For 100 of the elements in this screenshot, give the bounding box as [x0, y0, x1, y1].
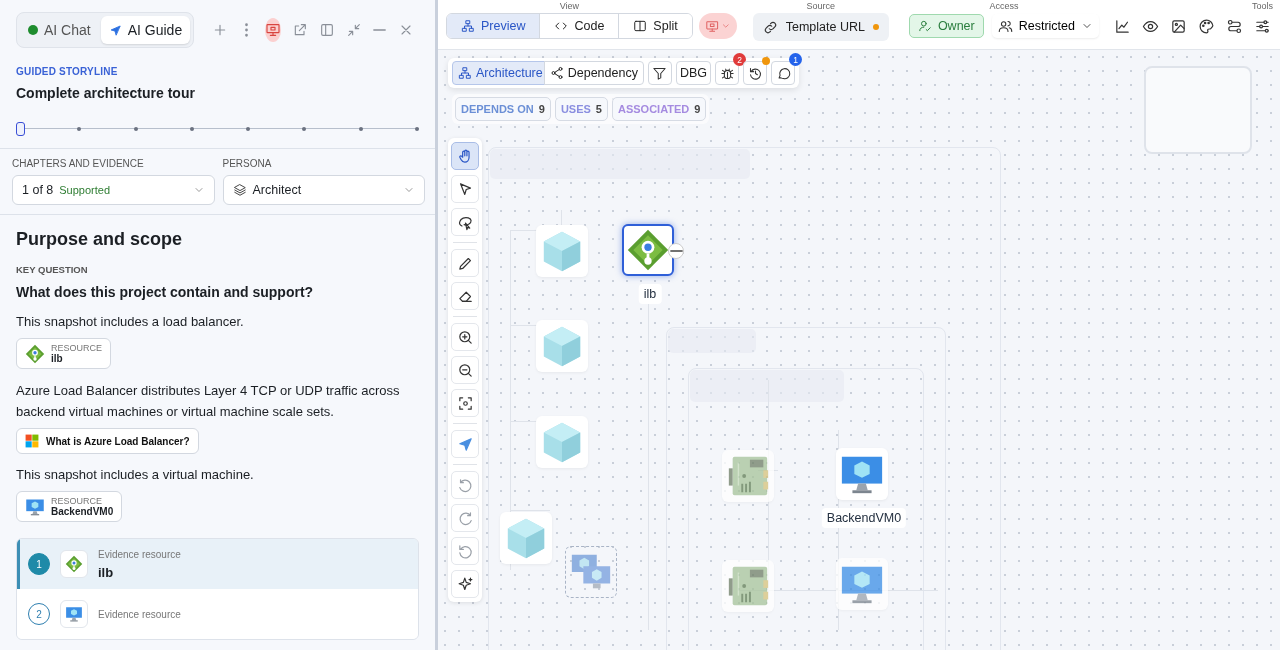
evidence-item[interactable]: 2 Evidence resource	[17, 589, 418, 639]
resource-card[interactable]: RESOURCE ilb	[16, 338, 111, 369]
relation-filter-chip[interactable]: DEPENDS ON 9	[455, 97, 551, 121]
image-icon	[1169, 17, 1187, 35]
reset-icon	[456, 542, 474, 560]
link-icon	[762, 19, 778, 35]
diagram-node[interactable]	[500, 512, 552, 564]
navigation-arrow-tool[interactable]	[451, 430, 479, 458]
zoom-in-tool[interactable]	[451, 323, 479, 351]
diagram-node[interactable]	[836, 558, 888, 610]
relation-filter-chip[interactable]: USES 5	[554, 97, 608, 121]
minimize-icon	[669, 250, 683, 252]
group-label: Access	[989, 0, 1019, 13]
persona-select[interactable]: Architect	[222, 175, 425, 205]
palette-icon	[1197, 17, 1215, 35]
split-view-icon	[633, 19, 648, 33]
eraser-tool[interactable]	[451, 282, 479, 310]
docs-link-button[interactable]: What is Azure Load Balancer?	[16, 428, 199, 454]
comments-button[interactable]	[771, 61, 795, 85]
sparkle-icon	[456, 575, 474, 593]
route-icon	[1225, 17, 1243, 35]
monitor-button[interactable]	[264, 18, 281, 42]
line-chart-icon	[1113, 17, 1131, 35]
monitor-icon	[65, 605, 83, 623]
chapter-select[interactable]: 1 of 8 Supported	[12, 175, 215, 205]
users-icon	[997, 18, 1013, 34]
diagram-node[interactable]	[536, 225, 588, 277]
resource-label: RESOURCE	[51, 496, 103, 506]
status-text: Supported	[59, 184, 111, 196]
step-dot[interactable]	[414, 127, 419, 131]
debug-button[interactable]: DBG	[675, 61, 711, 85]
panel-tab[interactable]: AI Guide	[100, 16, 191, 44]
layers-icon	[232, 183, 247, 197]
visibility-dropdown[interactable]: Restricted	[991, 14, 1099, 38]
step-dot[interactable]	[358, 127, 363, 131]
navigation-arrow-icon	[456, 435, 474, 453]
load-balancer-icon	[626, 228, 670, 272]
issues-button[interactable]	[715, 61, 739, 85]
diagram-node[interactable]	[536, 320, 588, 372]
sparkle-tool[interactable]	[451, 570, 479, 598]
node-label: BackendVM0	[821, 508, 907, 528]
relation-filter-chip[interactable]: ASSOCIATED 9	[611, 97, 707, 121]
evidence-item[interactable]: 1 Evidence resource ilb	[17, 539, 418, 589]
user-icon	[917, 19, 932, 33]
template-url-button[interactable]: Template URL	[752, 13, 889, 41]
step-handle[interactable]	[16, 122, 25, 136]
filter-button[interactable]	[647, 61, 672, 85]
reset-tool[interactable]	[451, 537, 479, 565]
undo-tool[interactable]	[451, 471, 479, 499]
present-menu-button[interactable]	[698, 13, 737, 39]
hierarchy-icon	[461, 19, 475, 33]
monitor-icon	[264, 22, 281, 38]
diagram-node[interactable]	[836, 448, 888, 500]
lasso-tool[interactable]	[451, 208, 479, 236]
zoom-in-icon	[456, 328, 474, 346]
resource-label: RESOURCE	[51, 343, 102, 353]
pencil-tool[interactable]	[451, 249, 479, 277]
redo-tool[interactable]	[451, 504, 479, 532]
step-number: 2	[28, 603, 50, 625]
view-tab[interactable]: Preview	[447, 14, 541, 38]
field-label: PERSONA	[222, 158, 273, 169]
count-badge: 1	[789, 53, 802, 66]
load-balancer-icon	[65, 555, 83, 573]
more-icon	[244, 23, 248, 37]
diagram-node[interactable]	[565, 546, 617, 598]
step-dot[interactable]	[133, 127, 138, 131]
evidence-label: Evidence resource	[98, 608, 181, 620]
hierarchy-icon	[458, 66, 472, 80]
group-label: Tools	[1252, 0, 1273, 13]
pointer-tool[interactable]	[451, 175, 479, 203]
fit-view-tool[interactable]	[451, 389, 479, 417]
owner-role-badge[interactable]: Owner	[908, 14, 984, 38]
paragraph: This snapshot includes a virtual machine.	[16, 466, 255, 484]
diagram-node[interactable]	[536, 416, 588, 468]
step-dot[interactable]	[189, 127, 194, 131]
sidebar-icon	[318, 22, 335, 38]
collapse-node-button[interactable]	[668, 243, 684, 259]
step-dot[interactable]	[302, 127, 307, 131]
key-question-label: KEY QUESTION	[16, 264, 89, 275]
zoom-out-tool[interactable]	[451, 356, 479, 384]
group-label: Source	[806, 0, 836, 13]
step-dot[interactable]	[77, 127, 82, 131]
paragraph: This snapshot includes a load balancer.	[16, 313, 245, 331]
resource-name: BackendVM0	[51, 506, 114, 517]
fit-view-icon	[456, 394, 474, 412]
diagram-node[interactable]	[722, 560, 774, 612]
paragraph: Azure Load Balancer distributes Layer 4 TCP or UDP traffic across backend virtual machines or virtual machine scale sets.	[16, 382, 401, 421]
zoom-out-icon	[456, 361, 474, 379]
undo-icon	[456, 476, 474, 494]
panel-tab[interactable]: AI Chat	[20, 16, 99, 44]
hand-tool[interactable]	[451, 142, 479, 170]
diagram-node[interactable]	[622, 224, 674, 276]
step-dot[interactable]	[246, 127, 251, 131]
bug-icon	[719, 65, 735, 81]
monitor-icon	[704, 18, 720, 34]
collapse-icon	[345, 22, 362, 38]
diagram-node[interactable]	[722, 450, 774, 502]
four-squares-logo-icon	[25, 434, 39, 448]
view-mode-tab[interactable]: Dependency	[543, 61, 644, 85]
resource-card[interactable]: RESOURCE BackendVM0	[16, 491, 123, 522]
